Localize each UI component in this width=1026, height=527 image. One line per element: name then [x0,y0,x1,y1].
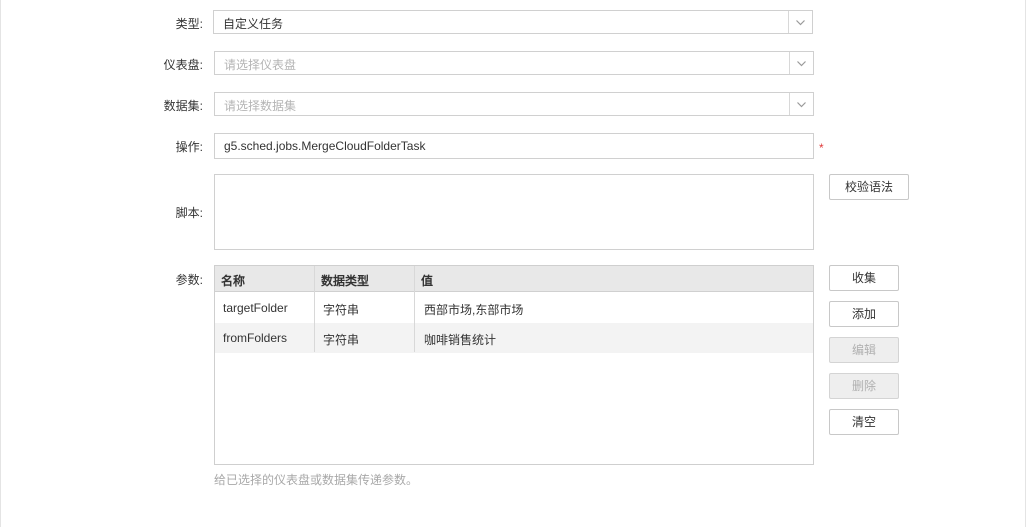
column-divider [414,266,415,352]
clear-button[interactable]: 清空 [829,409,899,435]
task-type-select[interactable]: 自定义任务 [213,10,813,34]
dataset-dropdown-toggle[interactable] [789,93,813,115]
required-mark: * [819,141,824,155]
collect-button[interactable]: 收集 [829,265,899,291]
chevron-down-icon [797,102,806,108]
validate-syntax-button[interactable]: 校验语法 [829,174,909,200]
params-label: 参数: [175,273,203,287]
column-header-name[interactable]: 名称 [221,272,245,289]
column-divider [314,266,315,352]
operation-label: 操作: [175,140,203,154]
delete-button[interactable]: 删除 [829,373,899,399]
dataset-placeholder: 请选择数据集 [224,99,297,113]
table-row[interactable]: fromFolders 字符串 咖啡销售统计 [215,323,813,353]
edit-button[interactable]: 编辑 [829,337,899,363]
params-table-header: 名称 数据类型 值 [215,266,813,292]
param-value: 咖啡销售统计 [424,333,497,347]
dashboard-placeholder: 请选择仪表盘 [224,58,297,72]
param-type: 字符串 [323,333,360,347]
table-row[interactable]: targetFolder 字符串 西部市场,东部市场 [215,293,813,323]
chevron-down-icon [796,20,805,26]
column-header-value[interactable]: 值 [421,272,433,289]
dataset-label: 数据集: [163,99,203,113]
chevron-down-icon [797,61,806,67]
dashboard-select[interactable]: 请选择仪表盘 [214,51,814,75]
dashboard-label: 仪表盘: [163,58,203,72]
task-form: 类型: 自定义任务 仪表盘: 请选择仪表盘 数据集: 请选择数据集 操作: g5… [0,0,1026,527]
script-label: 脚本: [175,206,203,220]
operation-value: g5.sched.jobs.MergeCloudFolderTask [224,139,426,153]
param-value: 西部市场,东部市场 [424,303,524,317]
param-name: fromFolders [223,331,288,345]
column-header-type[interactable]: 数据类型 [321,272,369,289]
operation-input[interactable]: g5.sched.jobs.MergeCloudFolderTask [214,133,814,159]
params-hint: 给已选择的仪表盘或数据集传递参数。 [214,473,419,487]
task-type-label: 类型: [175,17,203,31]
dataset-select[interactable]: 请选择数据集 [214,92,814,116]
params-table: 名称 数据类型 值 targetFolder 字符串 西部市场,东部市场 fro… [214,265,814,465]
param-type: 字符串 [323,303,360,317]
task-type-value: 自定义任务 [223,17,284,31]
param-name: targetFolder [223,301,288,315]
add-button[interactable]: 添加 [829,301,899,327]
dashboard-dropdown-toggle[interactable] [789,52,813,74]
task-type-dropdown-toggle[interactable] [788,11,812,33]
script-textarea[interactable] [214,174,814,250]
